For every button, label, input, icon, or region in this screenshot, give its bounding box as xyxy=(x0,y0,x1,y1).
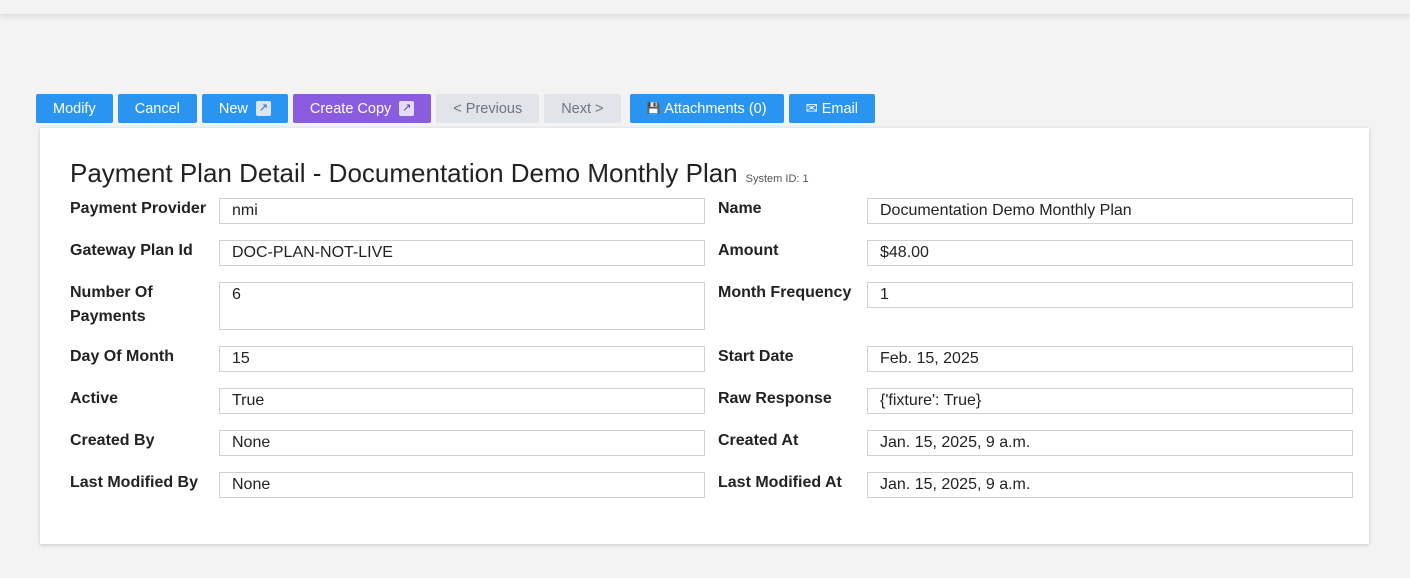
next-button[interactable]: Next > xyxy=(544,94,621,123)
create-copy-button-label: Create Copy xyxy=(309,100,392,117)
name-field[interactable]: Documentation Demo Monthly Plan xyxy=(867,198,1353,224)
attachments-button[interactable]: 💾 Attachments (0) xyxy=(629,94,784,123)
day-of-month-label: Day Of Month xyxy=(70,348,174,365)
raw-response-label: Raw Response xyxy=(718,390,832,407)
external-link-icon: ↗ xyxy=(255,101,271,116)
start-date-label: Start Date xyxy=(718,348,794,365)
email-button[interactable]: ✉ Email xyxy=(788,94,875,123)
start-date-field[interactable]: Feb. 15, 2025 xyxy=(867,346,1353,372)
name-label: Name xyxy=(718,200,762,217)
page-title-text: Payment Plan Detail - Documentation Demo… xyxy=(70,158,738,188)
active-field[interactable]: True xyxy=(219,388,705,414)
email-button-label: Email xyxy=(821,100,858,117)
last-modified-at-label: Last Modified At xyxy=(718,474,842,491)
system-id: System ID: 1 xyxy=(745,173,809,185)
last-modified-by-label: Last Modified By xyxy=(70,474,199,491)
detail-card: Payment Plan Detail - Documentation Demo… xyxy=(40,128,1369,544)
number-of-payments-field[interactable]: 6 xyxy=(219,282,705,330)
last-modified-at-field[interactable]: Jan. 15, 2025, 9 a.m. xyxy=(867,472,1353,498)
last-modified-by-field[interactable]: None xyxy=(219,472,705,498)
day-of-month-field[interactable]: 15 xyxy=(219,346,705,372)
raw-response-field[interactable]: {'fixture': True} xyxy=(867,388,1353,414)
payment-provider-field[interactable]: nmi xyxy=(219,198,705,224)
payment-provider-label: Payment Provider xyxy=(70,200,207,217)
gateway-plan-id-label: Gateway Plan Id xyxy=(70,242,193,259)
created-by-label: Created By xyxy=(70,432,155,449)
top-bar xyxy=(0,0,1410,14)
action-toolbar: Modify Cancel New ↗ Create Copy ↗ < Prev… xyxy=(36,94,875,123)
amount-field[interactable]: $48.00 xyxy=(867,240,1353,266)
attachments-button-label: Attachments (0) xyxy=(664,100,767,117)
modify-button[interactable]: Modify xyxy=(36,94,113,123)
page-title: Payment Plan Detail - Documentation Demo… xyxy=(70,158,809,189)
created-at-field[interactable]: Jan. 15, 2025, 9 a.m. xyxy=(867,430,1353,456)
amount-label: Amount xyxy=(718,242,779,259)
gateway-plan-id-field[interactable]: DOC-PLAN-NOT-LIVE xyxy=(219,240,705,266)
active-label: Active xyxy=(70,390,119,407)
envelope-icon: ✉ xyxy=(805,100,818,117)
external-link-icon: ↗ xyxy=(399,101,415,116)
floppy-disk-icon: 💾 xyxy=(646,103,661,115)
cancel-button[interactable]: Cancel xyxy=(117,94,197,123)
previous-button[interactable]: < Previous xyxy=(436,94,540,123)
new-button[interactable]: New ↗ xyxy=(201,94,288,123)
create-copy-button[interactable]: Create Copy ↗ xyxy=(292,94,432,123)
number-of-payments-label: Number Of Payments xyxy=(70,284,153,325)
month-frequency-field[interactable]: 1 xyxy=(867,282,1353,308)
new-button-label: New xyxy=(218,100,248,117)
created-by-field[interactable]: None xyxy=(219,430,705,456)
created-at-label: Created At xyxy=(718,432,799,449)
month-frequency-label: Month Frequency xyxy=(718,284,852,301)
